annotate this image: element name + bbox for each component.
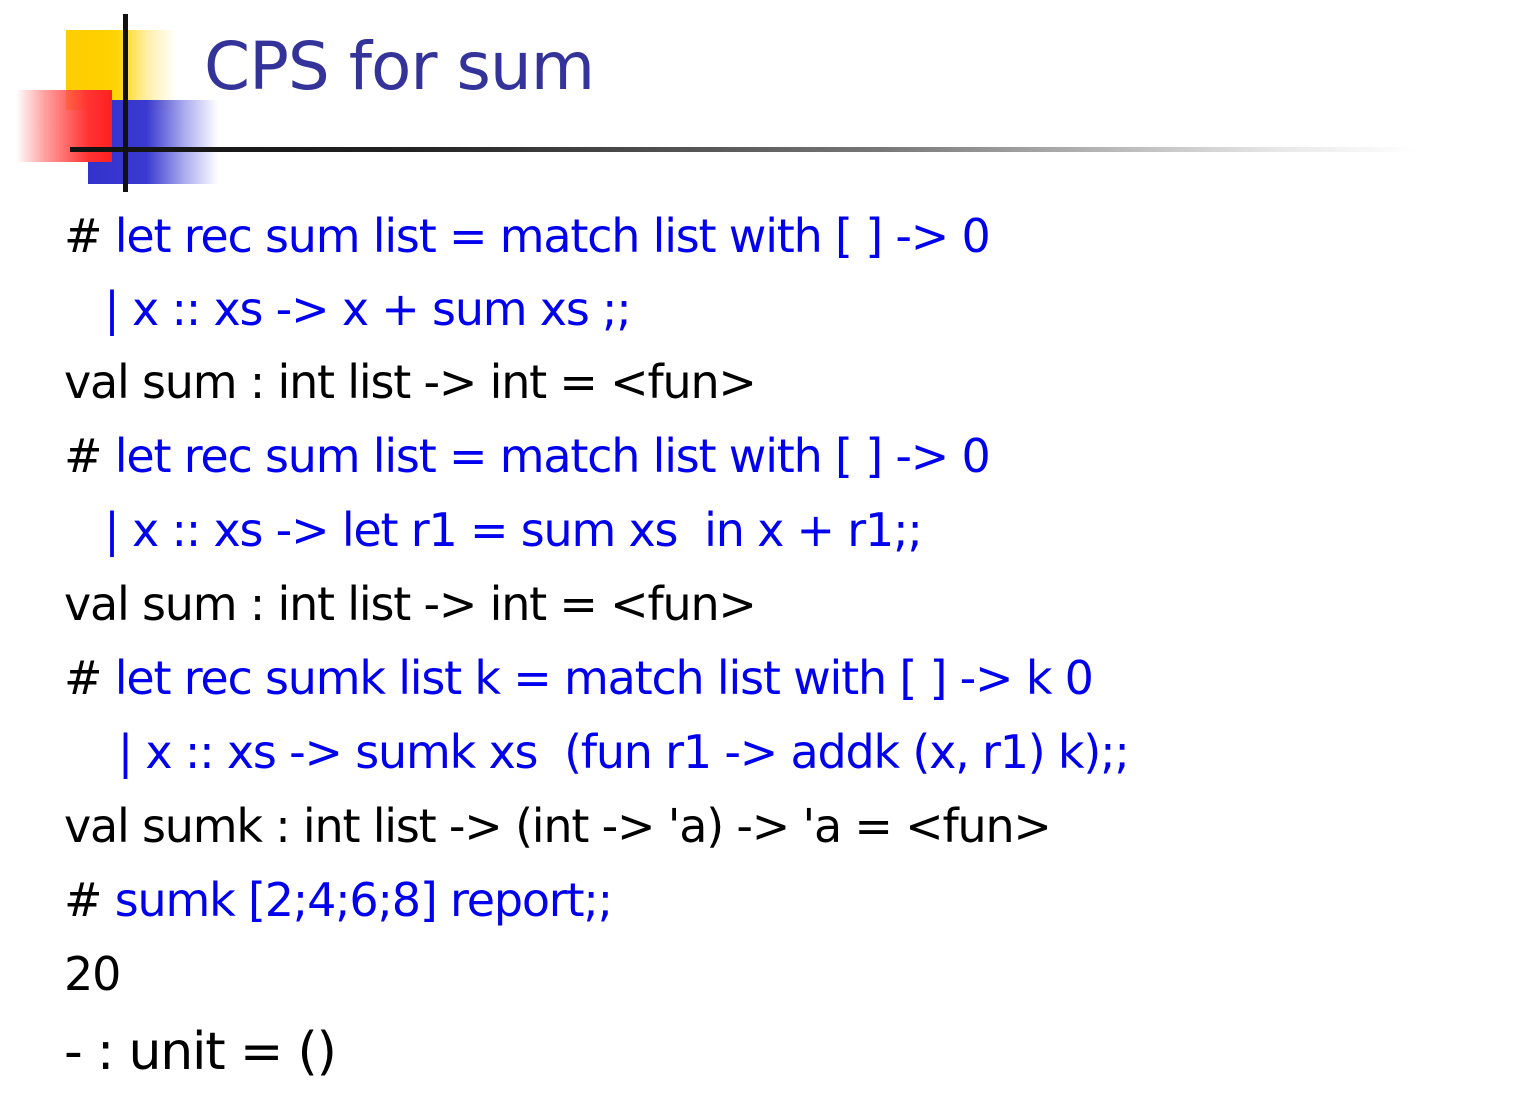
slide-title: CPS for sum	[204, 28, 595, 105]
code-output-2: val sum : int list -> int = <fun>	[64, 577, 757, 631]
code-input: | x :: xs -> x + sum xs ;;	[104, 282, 632, 336]
prompt: #	[64, 209, 115, 263]
code-input: | x :: xs -> sumk xs (fun r1 -> addk (x,…	[117, 725, 1130, 779]
code-output-1: val sum : int list -> int = <fun>	[64, 355, 757, 409]
code-line-6: | x :: xs -> sumk xs (fun r1 -> addk (x,…	[64, 722, 1130, 782]
code-input: | x :: xs -> let r1 = sum xs in x + r1;;	[104, 503, 923, 557]
code-line-5: # let rec sumk list k = match list with …	[64, 648, 1094, 708]
code-input: let rec sum list = match list with [ ] -…	[114, 209, 991, 263]
code-line-3: # let rec sum list = match list with [ ]…	[64, 426, 991, 486]
code-line-4: | x :: xs -> let r1 = sum xs in x + r1;;	[64, 500, 923, 560]
code-line-2: | x :: xs -> x + sum xs ;;	[64, 279, 632, 339]
prompt: #	[64, 429, 115, 483]
code-input: let rec sumk list k = match list with [ …	[114, 651, 1094, 705]
code-output-3: val sumk : int list -> (int -> 'a) -> 'a…	[64, 799, 1052, 853]
code-output-4: 20	[64, 947, 121, 1001]
code-input: let rec sum list = match list with [ ] -…	[114, 429, 991, 483]
code-input: sumk [2;4;6;8] report;;	[114, 873, 613, 927]
code-output-5: - : unit = ()	[64, 1022, 337, 1082]
title-underline	[70, 147, 1420, 152]
prompt: #	[64, 651, 115, 705]
code-line-1: # let rec sum list = match list with [ ]…	[64, 206, 991, 266]
code-line-7: # sumk [2;4;6;8] report;;	[64, 870, 613, 930]
decor-vertical-line	[123, 14, 128, 192]
prompt: #	[64, 873, 115, 927]
